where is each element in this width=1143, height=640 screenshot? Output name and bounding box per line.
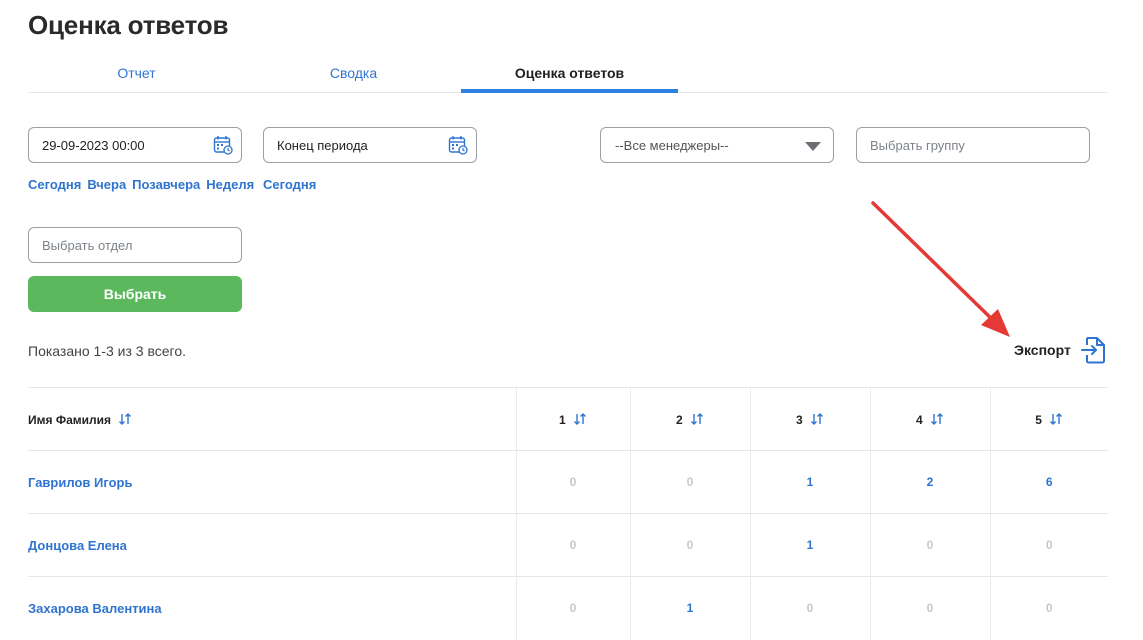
export-button[interactable]: Экспорт [1014, 336, 1107, 364]
score-cell: 0 [869, 513, 990, 577]
annotation-arrow [871, 201, 1010, 337]
department-input-placeholder: Выбрать отдел [42, 237, 133, 253]
employee-name-link[interactable]: Донцова Елена [28, 513, 516, 577]
manager-select[interactable]: --Все менеджеры-- [600, 127, 834, 163]
score-cell: 0 [515, 450, 630, 514]
quick-link-week[interactable]: Неделя [206, 177, 254, 192]
table-row: Донцова Елена 0 0 1 0 0 [28, 513, 1108, 577]
start-date-field[interactable]: 29-09-2023 00:00 [28, 127, 242, 163]
group-input-placeholder: Выбрать группу [870, 137, 965, 153]
column-header-score-5[interactable]: 5 [989, 387, 1108, 451]
score-cell: 0 [629, 450, 750, 514]
score-cell[interactable]: 1 [749, 513, 870, 577]
score-cell: 0 [989, 513, 1108, 577]
score-cell[interactable]: 2 [869, 450, 990, 514]
quick-link-today[interactable]: Сегодня [28, 177, 81, 192]
manager-select-value: --Все менеджеры-- [615, 137, 729, 153]
quick-link-today[interactable]: Сегодня [263, 177, 316, 192]
end-date-quick-links: Сегодня [263, 177, 316, 192]
quick-link-day-before[interactable]: Позавчера [132, 177, 200, 192]
file-export-icon[interactable] [1080, 336, 1107, 364]
tab-bar: Отчет Сводка Оценка ответов [28, 60, 1108, 93]
sort-icon[interactable] [118, 412, 132, 426]
column-header-score-label: 1 [558, 412, 566, 427]
table-header-row: Имя Фамилия 1 2 3 4 5 [28, 387, 1108, 451]
column-header-score-label: 2 [675, 412, 683, 427]
column-header-score-label: 4 [915, 412, 923, 427]
score-cell[interactable]: 1 [749, 450, 870, 514]
column-header-name-label: Имя Фамилия [28, 412, 112, 427]
export-label: Экспорт [1014, 342, 1071, 358]
tab-answer-rating[interactable]: Оценка ответов [461, 65, 678, 81]
score-cell: 0 [989, 576, 1108, 640]
start-date-value: 29-09-2023 00:00 [42, 137, 145, 153]
chevron-down-icon [805, 142, 821, 151]
column-header-score-4[interactable]: 4 [869, 387, 990, 451]
quick-link-yesterday[interactable]: Вчера [87, 177, 126, 192]
tab-report[interactable]: Отчет [28, 65, 245, 81]
score-cell: 0 [515, 513, 630, 577]
department-input[interactable]: Выбрать отдел [28, 227, 242, 263]
score-cell: 0 [749, 576, 870, 640]
table-row: Захарова Валентина 0 1 0 0 0 [28, 576, 1108, 640]
column-header-score-label: 5 [1035, 412, 1042, 427]
employee-name-link[interactable]: Гаврилов Игорь [28, 450, 516, 514]
table-row: Гаврилов Игорь 0 0 1 2 6 [28, 450, 1108, 514]
end-date-field[interactable]: Конец периода [263, 127, 477, 163]
column-header-score-3[interactable]: 3 [749, 387, 870, 451]
score-cell: 0 [869, 576, 990, 640]
end-date-placeholder: Конец периода [277, 137, 368, 153]
sort-icon[interactable] [930, 412, 944, 426]
page-title: Оценка ответов [28, 10, 229, 40]
sort-icon[interactable] [690, 412, 704, 426]
active-tab-indicator [461, 89, 678, 93]
calendar-clock-icon[interactable] [448, 135, 468, 155]
sort-icon[interactable] [573, 412, 587, 426]
sort-icon[interactable] [1049, 412, 1063, 426]
column-header-score-2[interactable]: 2 [629, 387, 750, 451]
pagination-summary: Показано 1-3 из 3 всего. [28, 343, 186, 359]
apply-button[interactable]: Выбрать [28, 276, 242, 312]
sort-icon[interactable] [810, 412, 824, 426]
score-cell: 0 [515, 576, 630, 640]
scores-table: Имя Фамилия 1 2 3 4 5 Гаврилов Игорь 0 0… [28, 387, 1108, 640]
column-header-score-1[interactable]: 1 [515, 387, 630, 451]
column-header-name[interactable]: Имя Фамилия [28, 387, 516, 451]
score-cell: 0 [629, 513, 750, 577]
employee-name-link[interactable]: Захарова Валентина [28, 576, 516, 640]
score-cell[interactable]: 6 [989, 450, 1108, 514]
start-date-quick-links: Сегодня Вчера Позавчера Неделя [28, 177, 254, 192]
tab-summary[interactable]: Сводка [245, 65, 462, 81]
calendar-clock-icon[interactable] [213, 135, 233, 155]
column-header-score-label: 3 [795, 412, 803, 427]
score-cell[interactable]: 1 [629, 576, 750, 640]
group-input[interactable]: Выбрать группу [856, 127, 1090, 163]
